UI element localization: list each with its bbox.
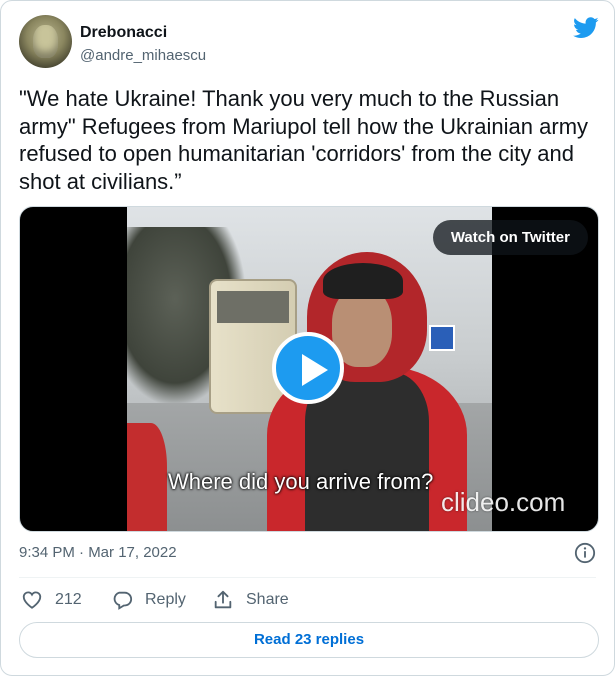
divider (19, 577, 596, 578)
avatar-face (33, 25, 58, 58)
video-watermark: clideo.com (441, 487, 566, 517)
like-count: 212 (55, 591, 82, 608)
info-icon[interactable] (574, 542, 596, 564)
watch-on-twitter-button[interactable]: Watch on Twitter (432, 220, 588, 255)
tweet-timestamp[interactable]: 9:34 PM · Mar 17, 2022 (19, 544, 177, 561)
tweet-text: "We hate Ukraine! Thank you very much to… (19, 86, 589, 194)
play-icon (302, 354, 328, 386)
thumbnail-person-hat (323, 263, 403, 299)
reply-label: Reply (145, 591, 186, 608)
author-name[interactable]: Drebonacci (80, 24, 167, 42)
play-button[interactable] (272, 332, 344, 404)
thumbnail-person-left (127, 423, 167, 531)
tweet-card: Drebonacci @andre_mihaescu "We hate Ukra… (0, 0, 615, 676)
twitter-bird-icon[interactable] (573, 17, 599, 39)
video-player[interactable]: Where did you arrive from? clideo.com Wa… (19, 206, 599, 532)
reply-button[interactable]: Reply (111, 589, 186, 611)
tweet-header: Drebonacci @andre_mihaescu (19, 15, 599, 71)
share-label: Share (246, 591, 289, 608)
like-button[interactable]: 212 (21, 589, 82, 611)
share-button[interactable]: Share (212, 589, 289, 611)
tweet-actions: 212 Reply Share (19, 589, 579, 615)
share-icon (214, 590, 232, 609)
thumbnail-road-sign (429, 325, 455, 351)
reply-bubble-icon (113, 591, 133, 610)
avatar[interactable] (19, 15, 72, 68)
heart-icon (22, 591, 42, 609)
bus-window (217, 291, 289, 323)
read-replies-button[interactable]: Read 23 replies (19, 622, 599, 658)
video-subtitle: Where did you arrive from? (168, 469, 434, 494)
author-handle[interactable]: @andre_mihaescu (80, 47, 206, 64)
